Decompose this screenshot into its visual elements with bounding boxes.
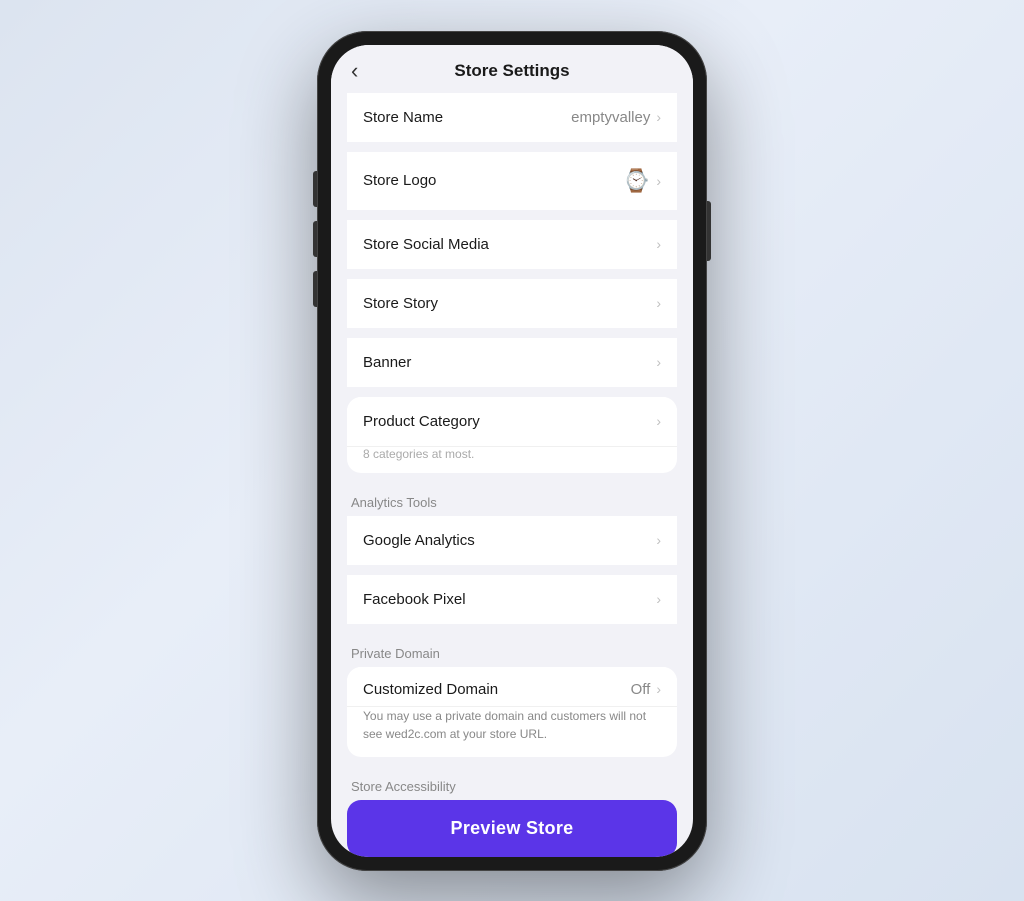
chevron-icon: › bbox=[656, 295, 661, 311]
chevron-icon: › bbox=[656, 236, 661, 252]
chevron-icon: › bbox=[656, 532, 661, 548]
store-logo-label: Store Logo bbox=[363, 172, 436, 189]
banner-right: › bbox=[656, 354, 661, 370]
store-social-media-row[interactable]: Store Social Media › bbox=[347, 220, 677, 269]
product-category-card: Product Category › 8 categories at most. bbox=[347, 397, 677, 473]
product-category-right: › bbox=[656, 413, 661, 429]
facebook-pixel-right: › bbox=[656, 591, 661, 607]
store-name-value: emptyvalley bbox=[571, 109, 650, 126]
screen-header: ‹ Store Settings bbox=[331, 45, 693, 93]
back-button[interactable]: ‹ bbox=[351, 58, 358, 84]
customized-domain-right: Off › bbox=[631, 681, 661, 698]
google-analytics-row[interactable]: Google Analytics › bbox=[347, 516, 677, 565]
store-social-media-label: Store Social Media bbox=[363, 236, 489, 253]
store-name-label: Store Name bbox=[363, 109, 443, 126]
page-title: Store Settings bbox=[454, 61, 569, 81]
store-name-row[interactable]: Store Name emptyvalley › bbox=[347, 93, 677, 142]
google-analytics-card: Google Analytics › bbox=[347, 516, 677, 565]
phone-frame: ‹ Store Settings Store Name emptyvalley … bbox=[317, 31, 707, 871]
google-analytics-label: Google Analytics bbox=[363, 532, 475, 549]
store-name-card: Store Name emptyvalley › bbox=[347, 93, 677, 142]
banner-card: Banner › bbox=[347, 338, 677, 387]
product-category-label: Product Category bbox=[363, 413, 480, 430]
customized-domain-row[interactable]: Customized Domain Off › bbox=[347, 667, 677, 707]
chevron-icon: › bbox=[656, 354, 661, 370]
banner-row[interactable]: Banner › bbox=[347, 338, 677, 387]
store-name-right: emptyvalley › bbox=[571, 109, 661, 126]
store-story-right: › bbox=[656, 295, 661, 311]
phone-screen: ‹ Store Settings Store Name emptyvalley … bbox=[331, 45, 693, 857]
banner-label: Banner bbox=[363, 354, 411, 371]
watch-icon: ⌚ bbox=[623, 168, 650, 194]
chevron-icon: › bbox=[656, 413, 661, 429]
facebook-pixel-row[interactable]: Facebook Pixel › bbox=[347, 575, 677, 624]
google-analytics-right: › bbox=[656, 532, 661, 548]
store-accessibility-section-header: Store Accessibility bbox=[347, 767, 677, 800]
chevron-icon: › bbox=[656, 681, 661, 697]
facebook-pixel-card: Facebook Pixel › bbox=[347, 575, 677, 624]
private-domain-section-header: Private Domain bbox=[347, 634, 677, 667]
customized-domain-value: Off bbox=[631, 681, 651, 698]
store-logo-card: Store Logo ⌚ › bbox=[347, 152, 677, 210]
preview-store-button[interactable]: Preview Store bbox=[347, 800, 677, 857]
screen-content: Store Name emptyvalley › Store Logo ⌚ › bbox=[331, 93, 693, 857]
store-logo-right: ⌚ › bbox=[623, 168, 661, 194]
facebook-pixel-label: Facebook Pixel bbox=[363, 591, 466, 608]
chevron-icon: › bbox=[656, 109, 661, 125]
chevron-icon: › bbox=[656, 173, 661, 189]
store-logo-row[interactable]: Store Logo ⌚ › bbox=[347, 152, 677, 210]
analytics-section-header: Analytics Tools bbox=[347, 483, 677, 516]
chevron-icon: › bbox=[656, 591, 661, 607]
product-category-subtext: 8 categories at most. bbox=[347, 447, 677, 473]
store-story-row[interactable]: Store Story › bbox=[347, 279, 677, 328]
store-story-card: Store Story › bbox=[347, 279, 677, 328]
store-social-media-right: › bbox=[656, 236, 661, 252]
customized-domain-card: Customized Domain Off › You may use a pr… bbox=[347, 667, 677, 757]
product-category-row[interactable]: Product Category › bbox=[347, 397, 677, 447]
customized-domain-subtext: You may use a private domain and custome… bbox=[347, 707, 677, 757]
store-story-label: Store Story bbox=[363, 295, 438, 312]
store-social-media-card: Store Social Media › bbox=[347, 220, 677, 269]
customized-domain-label: Customized Domain bbox=[363, 681, 498, 698]
